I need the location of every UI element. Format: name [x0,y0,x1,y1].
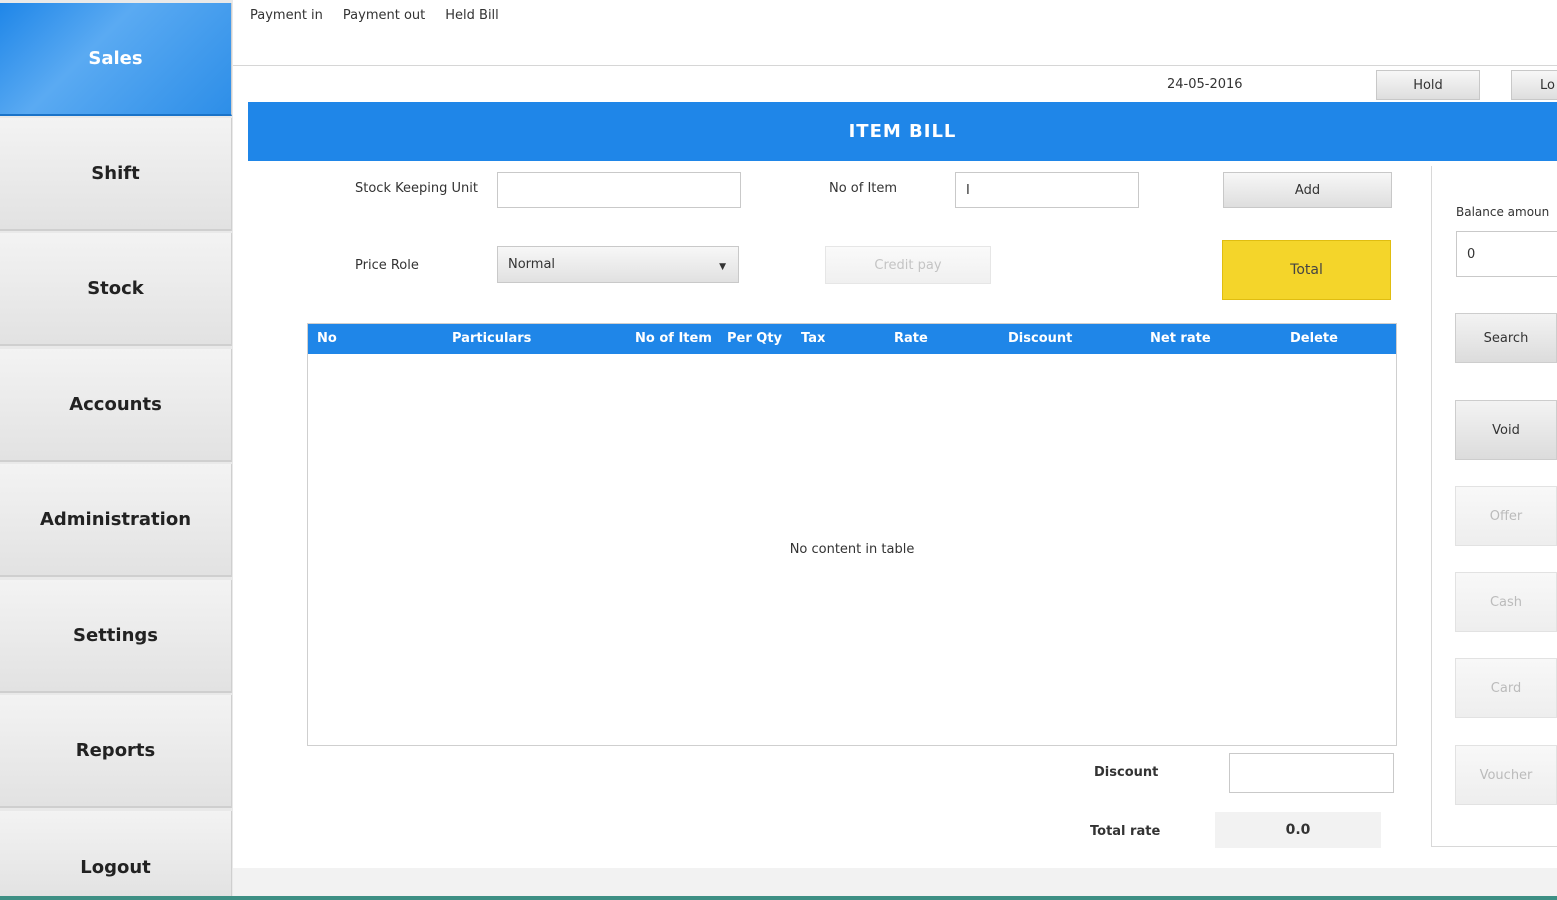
price-role-label: Price Role [355,258,419,273]
chevron-down-icon: ▼ [719,262,726,272]
col-tax: Tax [801,331,826,346]
credit-pay-button[interactable]: Credit pay [825,246,991,284]
no-of-item-label: No of Item [829,181,898,196]
col-net-rate: Net rate [1150,331,1211,346]
total-rate-value: 0.0 [1215,812,1381,848]
menu-payment-out[interactable]: Payment out [343,8,425,23]
menu-payment-in[interactable]: Payment in [250,8,323,23]
nav-stock[interactable]: Stock [0,233,232,346]
void-button[interactable]: Void [1455,400,1557,460]
total-button[interactable]: Total [1222,240,1391,300]
date-label: 24-05-2016 [1167,77,1243,92]
cash-button[interactable]: Cash [1455,572,1557,632]
balance-amount-input[interactable] [1456,231,1557,277]
col-no-of-item: No of Item [635,331,712,346]
top-menu: Payment in Payment out Held Bill [250,8,499,23]
sku-input[interactable] [497,172,741,208]
nav-shift[interactable]: Shift [0,118,232,231]
nav-reports[interactable]: Reports [0,695,232,808]
nav-settings[interactable]: Settings [0,580,232,693]
offer-button[interactable]: Offer [1455,486,1557,546]
col-discount: Discount [1008,331,1073,346]
items-table: No Particulars No of Item Per Qty Tax Ra… [307,323,1397,746]
col-per-qty: Per Qty [727,331,783,346]
table-empty-message: No content in table [789,542,915,557]
discount-label: Discount [1094,765,1159,780]
col-no: No [317,331,337,346]
nav-administration[interactable]: Administration [0,464,232,577]
lock-button[interactable]: Lo [1511,70,1557,100]
nav-accounts[interactable]: Accounts [0,349,232,462]
table-header: No Particulars No of Item Per Qty Tax Ra… [308,324,1396,354]
top-divider [233,65,1557,66]
hold-button[interactable]: Hold [1376,70,1480,100]
price-role-value: Normal [508,257,556,272]
balance-amount-label: Balance amoun [1456,205,1550,219]
col-delete: Delete [1290,331,1338,346]
voucher-button[interactable]: Voucher [1455,745,1557,805]
search-button[interactable]: Search [1455,313,1557,363]
sidebar: Sales Shift Stock Accounts Administratio… [0,0,233,900]
menu-held-bill[interactable]: Held Bill [445,8,499,23]
total-rate-label: Total rate [1090,824,1161,839]
window-bottom-border [0,896,1557,900]
nav-sales[interactable]: Sales [0,3,232,116]
item-bill-banner: ITEM BILL [248,102,1557,161]
no-of-item-input[interactable] [955,172,1139,208]
add-button[interactable]: Add [1223,172,1392,208]
price-role-select[interactable]: Normal ▼ [497,246,739,283]
discount-input[interactable] [1229,753,1394,793]
nav-logout[interactable]: Logout [0,811,232,900]
sku-label: Stock Keeping Unit [355,181,478,196]
col-particulars: Particulars [452,331,532,346]
card-button[interactable]: Card [1455,658,1557,718]
col-rate: Rate [894,331,928,346]
